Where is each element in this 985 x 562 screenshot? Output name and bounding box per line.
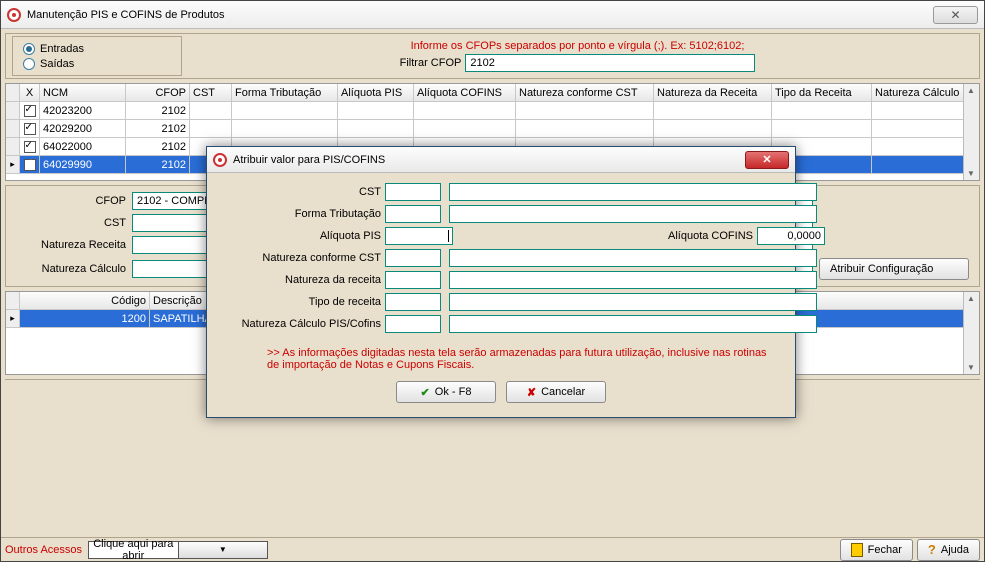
atribuir-modal: Atribuir valor para PIS/COFINS ✕ CST For… — [206, 146, 796, 418]
modal-cancel-button[interactable]: ✘ Cancelar — [506, 381, 606, 403]
close-icon: ✘ — [527, 386, 536, 399]
modal-title: Atribuir valor para PIS/COFINS — [233, 154, 385, 166]
modal-natr-desc[interactable] — [449, 271, 817, 289]
grid-scrollbar[interactable] — [963, 84, 979, 180]
door-icon — [851, 543, 863, 557]
modal-tipor-label: Tipo de receita — [221, 296, 381, 308]
modal-natc-code[interactable] — [385, 315, 441, 333]
modal-acof-label: Alíquota COFINS — [653, 230, 753, 242]
outros-acessos-label: Outros Acessos — [5, 544, 82, 556]
modal-natc-label: Natureza Cálculo PIS/Cofins — [221, 318, 381, 330]
modal-nat-desc[interactable] — [449, 249, 817, 267]
main-close-button[interactable]: ✕ — [933, 6, 978, 24]
modal-titlebar: Atribuir valor para PIS/COFINS ✕ — [207, 147, 795, 173]
modal-forma-desc[interactable] — [449, 205, 817, 223]
modal-cst-desc[interactable] — [449, 183, 817, 201]
modal-close-button[interactable]: ✕ — [745, 151, 789, 169]
hdr-codigo[interactable]: Código — [20, 292, 150, 310]
radio-entradas-row[interactable]: Entradas — [23, 43, 171, 55]
modal-warning: >> As informações digitadas nesta tela s… — [207, 343, 795, 379]
modal-cst-label: CST — [221, 186, 381, 198]
hdr-cst[interactable]: CST — [190, 84, 232, 102]
hdr-ncm[interactable]: NCM — [40, 84, 126, 102]
main-titlebar: Manutenção PIS e COFINS de Produtos ✕ — [1, 1, 984, 29]
bottom-bar: Outros Acessos Clique aqui para abrir ▼ … — [1, 537, 984, 561]
modal-form: CST Forma Tributação Alíquota PIS Alíquo… — [207, 173, 795, 343]
radio-saidas-row[interactable]: Saídas — [23, 58, 171, 70]
modal-natr-label: Natureza da receita — [221, 274, 381, 286]
natr-label: Natureza Receita — [16, 239, 126, 251]
main-title: Manutenção PIS e COFINS de Produtos — [27, 9, 225, 21]
app-icon — [213, 153, 227, 167]
cfop-label: CFOP — [16, 195, 126, 207]
modal-natr-code[interactable] — [385, 271, 441, 289]
ajuda-button[interactable]: ? Ajuda — [917, 539, 980, 561]
hdr-acof[interactable]: Alíquota COFINS — [414, 84, 516, 102]
modal-tipor-desc[interactable] — [449, 293, 817, 311]
modal-apis-label: Alíquota PIS — [221, 230, 381, 242]
grid2-scrollbar[interactable] — [963, 292, 979, 374]
app-icon — [7, 8, 21, 22]
hdr-apis[interactable]: Alíquota PIS — [338, 84, 414, 102]
radio-entradas-label: Entradas — [40, 43, 84, 55]
row-checkbox[interactable] — [24, 123, 36, 135]
modal-cst-code[interactable] — [385, 183, 441, 201]
modal-natc-desc[interactable] — [449, 315, 817, 333]
row-checkbox[interactable] — [24, 159, 36, 171]
hdr-x[interactable]: X — [20, 84, 40, 102]
check-icon: ✔ — [421, 386, 430, 399]
direction-radio-group: Entradas Saídas — [12, 36, 182, 76]
modal-forma-code[interactable] — [385, 205, 441, 223]
modal-acof-input[interactable] — [757, 227, 825, 245]
modal-nat-label: Natureza conforme CST — [221, 252, 381, 264]
fechar-button[interactable]: Fechar — [840, 539, 913, 561]
atribuir-config-button[interactable]: Atribuir Configuração — [819, 258, 969, 280]
ncm-grid-header: X NCM CFOP CST Forma Tributação Alíquota… — [6, 84, 979, 102]
table-row[interactable]: 42029200 2102 — [6, 120, 979, 138]
filter-cfop-label: Filtrar CFOP — [400, 57, 462, 69]
modal-nat-code[interactable] — [385, 249, 441, 267]
radio-saidas-label: Saídas — [40, 58, 74, 70]
row-checkbox[interactable] — [24, 105, 36, 117]
modal-forma-label: Forma Tributação — [221, 208, 381, 220]
hdr-cfop[interactable]: CFOP — [126, 84, 190, 102]
help-icon: ? — [928, 542, 936, 557]
modal-tipor-code[interactable] — [385, 293, 441, 311]
natc-label: Natureza Cálculo — [16, 263, 126, 275]
modal-buttons: ✔ Ok - F8 ✘ Cancelar — [207, 379, 795, 411]
modal-ok-button[interactable]: ✔ Ok - F8 — [396, 381, 496, 403]
hdr-natr[interactable]: Natureza da Receita — [654, 84, 772, 102]
radio-saidas[interactable] — [23, 58, 35, 70]
table-row[interactable]: 42023200 2102 — [6, 102, 979, 120]
row-checkbox[interactable] — [24, 141, 36, 153]
filter-panel: Entradas Saídas Informe os CFOPs separad… — [5, 33, 980, 79]
cfop-hint: Informe os CFOPs separados por ponto e v… — [182, 40, 973, 52]
hdr-forma[interactable]: Forma Tributação — [232, 84, 338, 102]
filter-cfop-input[interactable] — [465, 54, 755, 72]
cst-label: CST — [16, 217, 126, 229]
hdr-tipor[interactable]: Tipo da Receita — [772, 84, 872, 102]
hdr-natc[interactable]: Natureza Cálculo — [872, 84, 972, 102]
chevron-down-icon[interactable]: ▼ — [178, 542, 268, 558]
modal-apis-input[interactable] — [385, 227, 453, 245]
filter-area: Informe os CFOPs separados por ponto e v… — [182, 40, 973, 72]
outros-acessos-combo[interactable]: Clique aqui para abrir ▼ — [88, 541, 268, 559]
radio-entradas[interactable] — [23, 43, 35, 55]
hdr-nat[interactable]: Natureza conforme CST — [516, 84, 654, 102]
